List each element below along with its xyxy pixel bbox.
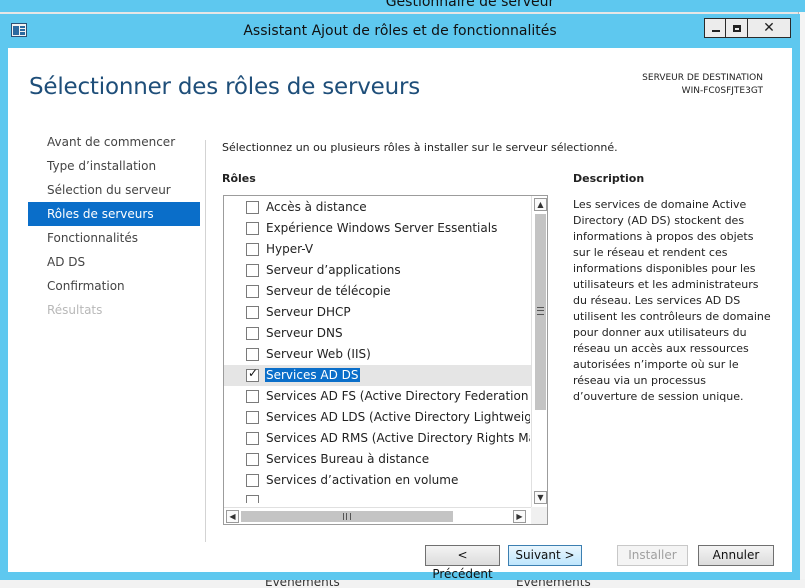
role-checkbox[interactable] [246,285,259,298]
minimize-icon [711,30,720,32]
background-bottom: Événements Événements [0,579,805,588]
role-item[interactable]: Serveur DNS [224,323,531,344]
role-item[interactable]: Services d’activation en volume [224,470,531,491]
role-item[interactable]: Serveur DHCP [224,302,531,323]
role-item[interactable]: Expérience Windows Server Essentials [224,218,531,239]
role-item-partial[interactable] [224,491,531,503]
maximize-icon [733,24,741,32]
background-events-label: Événements [265,579,340,588]
role-checkbox[interactable] [246,474,259,487]
role-label: Expérience Windows Server Essentials [266,221,498,235]
minimize-button[interactable] [704,18,726,38]
role-checkbox-checked[interactable]: ✓ [246,366,259,382]
role-item[interactable]: Accès à distance [224,197,531,218]
role-label: Serveur DHCP [266,305,351,319]
nav-item-results: Résultats [47,303,103,317]
role-checkbox[interactable] [246,453,259,466]
wizard-window: Assistant Ajout de rôles et de fonctionn… [0,14,800,581]
background-events-label: Événements [516,579,591,588]
role-checkbox[interactable] [246,390,259,403]
destination-server-name: WIN-FC0SFJTE3GT [681,86,763,96]
role-checkbox[interactable] [246,201,259,214]
previous-button[interactable]: < Précédent [425,545,500,581]
scroll-right-button[interactable]: ▶ [513,510,526,523]
role-item[interactable]: Services AD FS (Active Directory Federat… [224,386,531,407]
cancel-button[interactable]: Annuler [698,545,774,566]
role-item[interactable]: Services Bureau à distance [224,449,531,470]
role-label: Hyper-V [266,242,314,256]
role-checkbox[interactable] [246,348,259,361]
install-button: Installer [617,545,688,566]
maximize-button[interactable] [725,18,748,38]
scroll-down-button[interactable]: ▼ [534,491,547,504]
horizontal-scrollbar[interactable]: ◀ ▶ [224,507,531,524]
wizard-navigation: Avant de commencer Type d’installation S… [28,130,200,322]
vertical-scroll-thumb[interactable] [535,214,546,410]
destination-server-label: SERVEUR DE DESTINATION [642,73,763,83]
role-checkbox[interactable] [246,243,259,256]
nav-item-features[interactable]: Fonctionnalités [28,226,200,250]
role-label: Services AD FS (Active Directory Federat… [266,389,530,403]
close-icon: ✕ [763,20,775,36]
window-title: Assistant Ajout de rôles et de fonctionn… [243,23,557,39]
background-title: Gestionnaire de serveur [385,0,555,10]
background-titlebar: Gestionnaire de serveur [0,0,805,12]
role-checkbox[interactable] [246,495,259,503]
wizard-content: Sélectionner des rôles de serveurs SERVE… [8,48,792,581]
server-manager-icon [11,23,27,37]
page-title: Sélectionner des rôles de serveurs [29,74,421,100]
horizontal-scroll-thumb[interactable] [241,511,453,522]
role-checkbox[interactable] [246,222,259,235]
vertical-scrollbar[interactable]: ▲ ▼ [531,196,547,507]
description-heading: Description [573,172,645,185]
scrollbar-corner [531,507,547,524]
role-checkbox[interactable] [246,411,259,424]
instruction-text: Sélectionnez un ou plusieurs rôles à ins… [222,141,618,154]
role-item[interactable]: Serveur Web (IIS) [224,344,531,365]
role-label: Serveur d’applications [266,263,401,277]
role-label: Services d’activation en volume [266,473,459,487]
roles-heading: Rôles [222,172,256,185]
role-checkbox[interactable] [246,306,259,319]
nav-item-server-selection[interactable]: Sélection du serveur [28,178,200,202]
role-item[interactable]: Services AD RMS (Active Directory Rights… [224,428,531,449]
grip-icon [343,513,351,520]
checkmark-icon: ✓ [248,366,259,380]
nav-item-ad-ds[interactable]: AD DS [28,250,200,274]
role-label: Accès à distance [266,200,367,214]
role-item[interactable]: Serveur de télécopie [224,281,531,302]
role-label: Services AD RMS (Active Directory Rights… [266,431,530,445]
scroll-left-button[interactable]: ◀ [226,510,239,523]
nav-item-server-roles[interactable]: Rôles de serveurs [28,202,200,226]
grip-icon [537,307,544,315]
scroll-up-button[interactable]: ▲ [534,198,547,211]
role-item[interactable]: Serveur d’applications [224,260,531,281]
next-button[interactable]: Suivant > [508,545,582,566]
nav-item-installation-type[interactable]: Type d’installation [28,154,200,178]
role-checkbox[interactable] [246,432,259,445]
role-label: Serveur Web (IIS) [266,347,371,361]
role-item[interactable]: Services AD LDS (Active Directory Lightw… [224,407,531,428]
nav-item-before-you-begin[interactable]: Avant de commencer [28,130,200,154]
close-button[interactable]: ✕ [747,18,791,38]
role-label: Serveur de télécopie [266,284,391,298]
role-checkbox[interactable] [246,327,259,340]
role-checkbox[interactable] [246,264,259,277]
role-label: Services AD DS [265,368,360,382]
nav-item-confirmation[interactable]: Confirmation [28,274,200,298]
description-text: Les services de domaine Active Directory… [573,198,771,403]
role-item-selected[interactable]: ✓ Services AD DS [224,365,531,386]
role-label: Services AD LDS (Active Directory Lightw… [266,410,530,424]
role-label: Services Bureau à distance [266,452,430,466]
roles-list[interactable]: Accès à distance Expérience Windows Serv… [223,195,548,525]
role-label: Serveur DNS [266,326,343,340]
role-item[interactable]: Hyper-V [224,239,531,260]
title-bar[interactable]: Assistant Ajout de rôles et de fonctionn… [0,14,800,48]
navigation-divider [205,140,206,542]
